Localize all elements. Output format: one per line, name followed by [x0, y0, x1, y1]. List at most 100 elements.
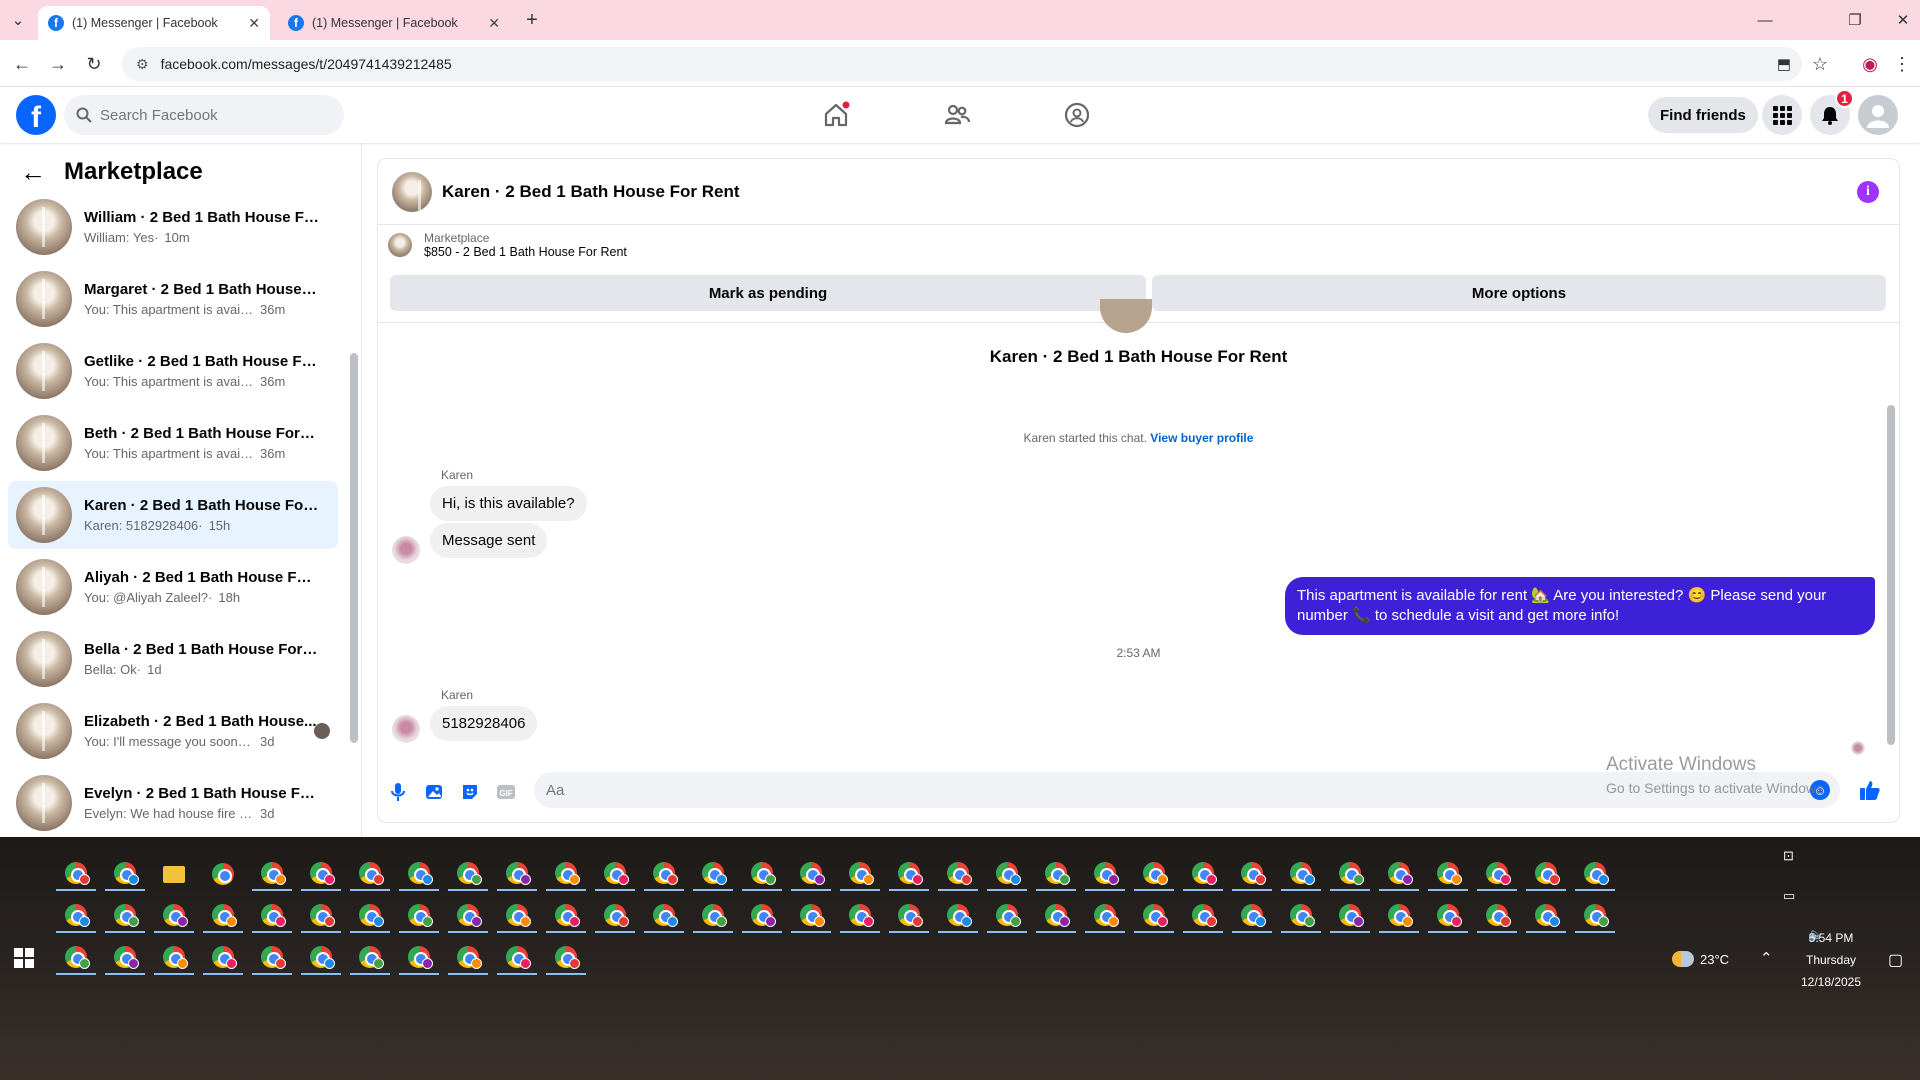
reload-icon[interactable]: ↻: [82, 52, 106, 76]
minimize-icon[interactable]: —: [1750, 8, 1780, 32]
facebook-logo-icon[interactable]: f: [16, 95, 56, 135]
chrome-profile-icon[interactable]: [595, 857, 635, 891]
chrome-profile-icon[interactable]: [105, 899, 145, 933]
listing-summary[interactable]: Marketplace $850 - 2 Bed 1 Bath House Fo…: [388, 231, 627, 259]
address-bar[interactable]: ⚙ facebook.com/messages/t/20497414392124…: [122, 47, 1802, 81]
chrome-profile-icon[interactable]: [840, 857, 880, 891]
chrome-profile-icon[interactable]: [1232, 899, 1272, 933]
conversation-item[interactable]: Elizabeth · 2 Bed 1 Bath House... You: I…: [8, 697, 338, 765]
conversation-item[interactable]: Evelyn · 2 Bed 1 Bath House For ... Evel…: [8, 769, 338, 837]
chrome-profile-icon[interactable]: [987, 857, 1027, 891]
chrome-profile-icon[interactable]: [889, 857, 929, 891]
bookmark-star-icon[interactable]: ☆: [1808, 52, 1832, 76]
chrome-profile-icon[interactable]: [1183, 857, 1223, 891]
chrome-profile-icon[interactable]: [1134, 857, 1174, 891]
chrome-profile-icon[interactable]: [546, 899, 586, 933]
chrome-profile-icon[interactable]: [203, 857, 243, 891]
close-window-icon[interactable]: ✕: [1888, 8, 1918, 32]
chrome-profile-icon[interactable]: [1036, 857, 1076, 891]
gif-icon[interactable]: GIF: [494, 780, 518, 804]
system-clock[interactable]: 5:54 PM Thursday 12/18/2025: [1796, 927, 1866, 993]
chrome-profile-icon[interactable]: [595, 899, 635, 933]
chrome-profile-icon[interactable]: [105, 941, 145, 975]
chrome-profile-icon[interactable]: [399, 941, 439, 975]
close-tab-icon[interactable]: ✕: [248, 15, 260, 32]
conversation-item[interactable]: William · 2 Bed 1 Bath House For... Will…: [8, 193, 338, 261]
menu-button[interactable]: [1762, 95, 1802, 135]
restore-icon[interactable]: ❐: [1840, 8, 1870, 32]
conversation-item[interactable]: Getlike · 2 Bed 1 Bath House For ... You…: [8, 337, 338, 405]
chrome-profile-icon[interactable]: [56, 857, 96, 891]
windows-start-icon[interactable]: [14, 948, 34, 968]
chrome-profile-icon[interactable]: [938, 899, 978, 933]
conversation-item[interactable]: Bella · 2 Bed 1 Bath House For R... Bell…: [8, 625, 338, 693]
conversation-item[interactable]: Aliyah · 2 Bed 1 Bath House For ... You:…: [8, 553, 338, 621]
chrome-profile-icon[interactable]: [1379, 899, 1419, 933]
chrome-profile-icon[interactable]: [1036, 899, 1076, 933]
chrome-profile-icon[interactable]: [987, 899, 1027, 933]
nav-friends[interactable]: [937, 95, 977, 135]
chrome-profile-icon[interactable]: [742, 899, 782, 933]
site-settings-icon[interactable]: ⚙: [136, 56, 149, 73]
chrome-profile-icon[interactable]: [889, 899, 929, 933]
notifications-button[interactable]: 1: [1810, 89, 1854, 135]
chrome-profile-icon[interactable]: [791, 857, 831, 891]
search-input[interactable]: [100, 106, 300, 124]
chrome-profile-icon[interactable]: [1428, 857, 1468, 891]
message-scrollbar[interactable]: [1887, 405, 1895, 745]
tab-search-chevron-icon[interactable]: ⌄: [8, 10, 28, 30]
chrome-profile-icon[interactable]: [1575, 857, 1615, 891]
mark-as-pending-button[interactable]: Mark as pending: [390, 275, 1146, 311]
chrome-profile-icon[interactable]: [399, 857, 439, 891]
chrome-profile-icon[interactable]: [154, 941, 194, 975]
chrome-profile-icon[interactable]: [1134, 899, 1174, 933]
chrome-profile-icon[interactable]: [252, 899, 292, 933]
chrome-profile-icon[interactable]: [497, 857, 537, 891]
chrome-profile-icon[interactable]: [546, 857, 586, 891]
chrome-profile-icon[interactable]: [448, 941, 488, 975]
chrome-profile-icon[interactable]: [644, 857, 684, 891]
chrome-profile-icon[interactable]: [938, 857, 978, 891]
back-arrow-icon[interactable]: ←: [20, 157, 46, 188]
chrome-profile-icon[interactable]: [1428, 899, 1468, 933]
chrome-profile-icon[interactable]: [546, 941, 586, 975]
file-explorer-icon[interactable]: [154, 857, 194, 891]
nav-home[interactable]: [816, 95, 856, 135]
chrome-profile-icon[interactable]: [1232, 857, 1272, 891]
chrome-profile-icon[interactable]: [1085, 899, 1125, 933]
chrome-profile-icon[interactable]: [693, 857, 733, 891]
chrome-profile-icon[interactable]: [56, 899, 96, 933]
back-icon[interactable]: ←: [10, 52, 34, 76]
chrome-profile-icon[interactable]: [448, 857, 488, 891]
forward-icon[interactable]: →: [46, 52, 70, 76]
chrome-profile-icon[interactable]: [791, 899, 831, 933]
chrome-profile-icon[interactable]: [1330, 899, 1370, 933]
install-app-icon[interactable]: ⬒: [1772, 52, 1796, 76]
chrome-profile-icon[interactable]: [497, 899, 537, 933]
close-tab-icon[interactable]: ✕: [488, 15, 500, 32]
chrome-profile-icon[interactable]: [301, 941, 341, 975]
chrome-profile-icon[interactable]: [1183, 899, 1223, 933]
chrome-profile-icon[interactable]: [350, 899, 390, 933]
sidebar-scrollbar[interactable]: [350, 353, 358, 743]
chrome-profile-icon[interactable]: [301, 899, 341, 933]
chrome-profile-icon[interactable]: [1379, 857, 1419, 891]
facebook-search[interactable]: [64, 95, 344, 135]
more-options-button[interactable]: More options: [1152, 275, 1886, 311]
new-tab-icon[interactable]: +: [520, 8, 544, 32]
tab-messenger-2[interactable]: f (1) Messenger | Facebook ✕: [278, 6, 510, 40]
nav-groups[interactable]: [1057, 95, 1097, 135]
chrome-profile-icon[interactable]: [301, 857, 341, 891]
browser-menu-icon[interactable]: ⋮: [1890, 52, 1914, 76]
chrome-profile-icon[interactable]: [497, 941, 537, 975]
show-hidden-icons-icon[interactable]: ⌃: [1760, 949, 1773, 967]
chrome-profile-icon[interactable]: [448, 899, 488, 933]
tab-messenger-1[interactable]: f (1) Messenger | Facebook ✕: [38, 6, 270, 40]
find-friends-button[interactable]: Find friends: [1648, 97, 1758, 133]
weather-widget[interactable]: 23°C: [1672, 951, 1729, 967]
chrome-profile-icon[interactable]: [1281, 899, 1321, 933]
chat-title[interactable]: Karen · 2 Bed 1 Bath House For Rent: [442, 182, 740, 202]
thumbs-up-icon[interactable]: [1858, 778, 1882, 802]
chrome-profile-icon[interactable]: [399, 899, 439, 933]
chrome-profile-icon[interactable]: [1330, 857, 1370, 891]
